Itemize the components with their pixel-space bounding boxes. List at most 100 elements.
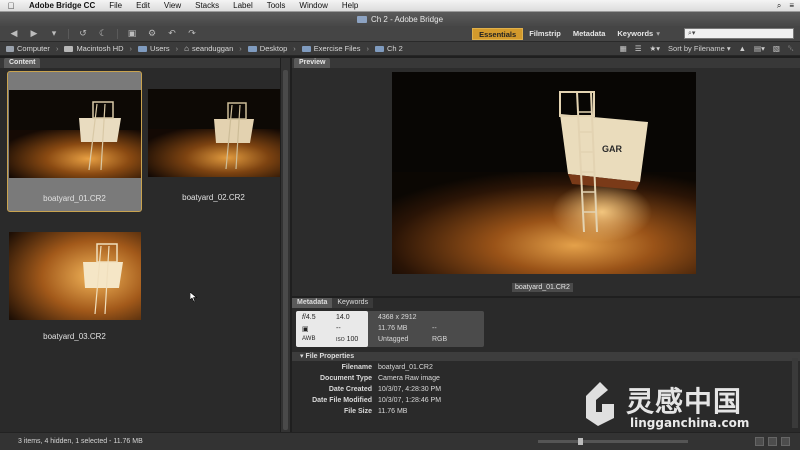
chevron-right-icon: ›: [239, 44, 242, 53]
new-folder-icon[interactable]: ▧: [773, 44, 780, 53]
workspace-filmstrip[interactable]: Filmstrip: [523, 28, 567, 40]
workspace-switcher: Essentials Filmstrip Metadata Keywords: [472, 27, 666, 40]
crumb-label: Ch 2: [386, 44, 403, 53]
list-view-icon[interactable]: [781, 437, 790, 446]
grid-view-icon[interactable]: [755, 437, 764, 446]
mouse-cursor-icon: [190, 292, 198, 302]
menu-stacks[interactable]: Stacks: [188, 1, 226, 10]
content-scrollbar[interactable]: [281, 58, 290, 432]
menu-view[interactable]: View: [157, 1, 188, 10]
boomerang-icon[interactable]: ↺: [77, 28, 89, 39]
workspace-metadata[interactable]: Metadata: [567, 28, 612, 40]
view-grid-icon[interactable]: ▦: [620, 44, 627, 53]
dimensions-value: 4368 x 2912: [378, 314, 417, 321]
open-recent-icon[interactable]: ▤▾: [754, 44, 765, 53]
menu-window[interactable]: Window: [292, 1, 334, 10]
property-row: Filename boatyard_01.CR2: [292, 364, 800, 374]
thumbnail-item[interactable]: boatyard_01.CR2: [7, 71, 142, 212]
color-profile-value: Untagged: [378, 336, 409, 343]
workspace-essentials[interactable]: Essentials: [472, 27, 524, 40]
menu-help[interactable]: Help: [335, 1, 365, 10]
folder-icon: [356, 15, 367, 23]
crumb-desktop[interactable]: Desktop: [247, 44, 287, 53]
menu-file[interactable]: File: [102, 1, 129, 10]
property-row: Date File Modified 10/3/07, 1:28:46 PM: [292, 397, 800, 407]
content-tab-strip: [0, 58, 280, 68]
tab-content[interactable]: Content: [4, 58, 41, 68]
delete-icon[interactable]: ␡: [788, 44, 794, 54]
slider-thumb[interactable]: [578, 438, 583, 445]
sort-dropdown[interactable]: Sort by Filename ▾: [668, 44, 731, 53]
workspace-keywords[interactable]: Keywords: [611, 28, 666, 40]
folder-icon: [374, 45, 384, 52]
shutter-value: 14.0: [336, 314, 350, 321]
window-title: Ch 2 - Adobe Bridge: [370, 14, 444, 24]
thumbnail-item[interactable]: boatyard_02.CR2: [146, 71, 281, 212]
thumbnail-item[interactable]: boatyard_03.CR2: [7, 232, 142, 373]
forward-arrow-icon[interactable]: ▶: [28, 28, 40, 39]
view-list-icon[interactable]: ☰: [635, 44, 642, 53]
metadata-scrollbar[interactable]: [792, 358, 798, 428]
crumb-label: Macintosh HD: [76, 44, 124, 53]
view-mode-buttons: [755, 437, 790, 446]
menu-app[interactable]: Adobe Bridge CC: [22, 1, 102, 10]
iso-group: ISO 100: [336, 336, 358, 343]
disclosure-triangle-icon: ▾: [300, 353, 304, 360]
preview-caption: boatyard_01.CR2: [512, 283, 573, 292]
scrollbar-thumb[interactable]: [283, 70, 288, 430]
tab-keywords[interactable]: Keywords: [332, 298, 374, 308]
crumb-computer[interactable]: Computer: [6, 44, 50, 53]
property-value: 10/3/07, 4:28:30 PM: [378, 386, 442, 393]
menubar-status-icons: ⌕ ≡: [777, 1, 800, 11]
crumb-macintosh-hd[interactable]: Macintosh HD: [64, 44, 124, 53]
iso-value: 100: [346, 336, 359, 343]
svg-text:GAR: GAR: [602, 144, 623, 154]
property-row: Date Created 10/3/07, 4:28:30 PM: [292, 386, 800, 396]
section-label: File Properties: [305, 353, 355, 360]
thumbnail-size-slider[interactable]: [538, 438, 688, 445]
property-value: Camera Raw image: [378, 375, 440, 382]
chevron-right-icon: ›: [293, 44, 296, 53]
crumb-ch2[interactable]: Ch 2: [374, 44, 403, 53]
thumbnail-label: boatyard_02.CR2: [182, 193, 245, 202]
property-key: File Size: [343, 408, 372, 415]
moon-icon[interactable]: ☾: [97, 28, 109, 39]
toolbar-divider: [117, 28, 118, 39]
preview-image[interactable]: GAR: [392, 72, 696, 274]
file-properties-header[interactable]: ▾ File Properties: [292, 352, 800, 361]
camera-icon[interactable]: ▣: [126, 28, 138, 39]
property-key: Document Type: [320, 375, 372, 382]
crumb-users[interactable]: Users: [138, 44, 170, 53]
search-icon[interactable]: ⌕: [777, 1, 781, 11]
refine-icon[interactable]: ⚙: [146, 28, 158, 39]
exposure-placard: f/4.5 14.0 ▣ -- AWB ISO 100: [296, 311, 368, 347]
path-bar: Computer › Macintosh HD › Users › ⌂ seand…: [0, 42, 800, 56]
rotate-left-icon[interactable]: ↶: [166, 28, 178, 39]
property-key: Date File Modified: [312, 397, 372, 404]
crumb-exercise-files[interactable]: Exercise Files: [301, 44, 360, 53]
boatyard-thumbnail-image: [8, 232, 141, 320]
dropdown-chevron-icon[interactable]: ▾: [48, 28, 60, 39]
folder-icon: [301, 45, 311, 52]
sort-direction-icon[interactable]: ▲: [739, 44, 746, 53]
computer-icon: [6, 45, 14, 52]
camera-data-placard: f/4.5 14.0 ▣ -- AWB ISO 100 4368 x 2912 …: [296, 311, 484, 347]
search-input[interactable]: ⌕▾: [684, 28, 794, 39]
list-icon[interactable]: ≡: [789, 1, 794, 10]
property-value[interactable]: boatyard_01.CR2: [378, 364, 433, 371]
tab-preview[interactable]: Preview: [294, 58, 331, 68]
menu-tools[interactable]: Tools: [260, 1, 293, 10]
menu-edit[interactable]: Edit: [129, 1, 157, 10]
property-row: File Size 11.76 MB: [292, 408, 800, 418]
crumb-label: Users: [150, 44, 170, 53]
path-bar-controls: ▦ ☰ ★▾ Sort by Filename ▾ ▲ ▤▾ ▧ ␡: [620, 44, 800, 54]
tab-metadata[interactable]: Metadata: [292, 298, 333, 308]
menu-label[interactable]: Label: [226, 1, 260, 10]
details-view-icon[interactable]: [768, 437, 777, 446]
back-arrow-icon[interactable]: ◀: [8, 28, 20, 39]
apple-menu-icon[interactable]: : [0, 1, 22, 11]
star-filter-icon[interactable]: ★▾: [650, 44, 661, 53]
rotate-right-icon[interactable]: ↷: [186, 28, 198, 39]
boatyard-thumbnail-image: [147, 89, 280, 177]
crumb-home[interactable]: ⌂ seanduggan: [184, 44, 233, 53]
